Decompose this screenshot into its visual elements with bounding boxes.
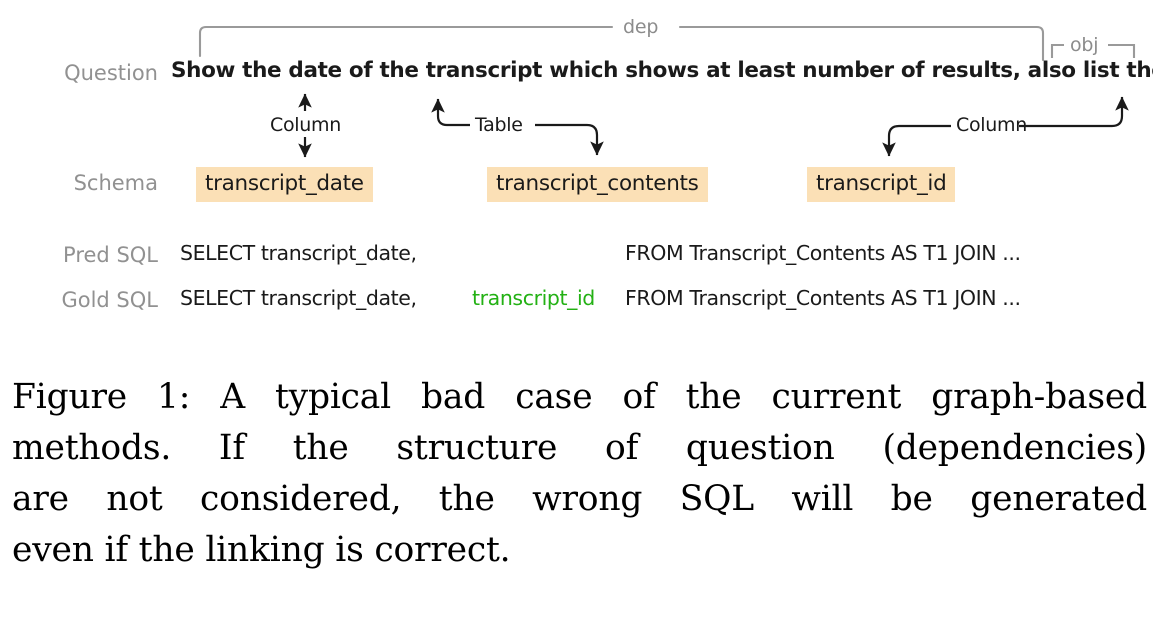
row-label-schema: Schema <box>73 171 158 195</box>
caption-line-1: Figure 1: A typical bad case of the curr… <box>12 377 1147 417</box>
figure-diagram: dep obj Question Schema Pred SQL Gold SQ… <box>0 0 1153 340</box>
edge-label-column-left: Column <box>270 114 341 136</box>
figure-caption: Figure 1: A typical bad case of the curr… <box>12 372 1147 576</box>
edge-label-table: Table <box>475 114 523 136</box>
gold-sql-row: SELECT transcript_date, transcript_id FR… <box>0 286 1153 316</box>
obj-bracket-label: obj <box>1070 34 1099 56</box>
caption-line-2: methods. If the structure of question (d… <box>12 428 1147 468</box>
schema-chip-transcript-contents[interactable]: transcript_contents <box>487 167 708 202</box>
schema-chip-transcript-date[interactable]: transcript_date <box>196 167 373 202</box>
schema-chip-transcript-id[interactable]: transcript_id <box>807 167 956 202</box>
row-label-question: Question <box>64 61 158 85</box>
dep-bracket-path <box>198 25 1045 62</box>
question-text: Show the date of the transcript which sh… <box>171 58 1153 83</box>
edge-label-column-right: Column <box>956 114 1027 136</box>
caption-line-4: even if the linking is correct. <box>12 530 511 570</box>
dep-bracket-label: dep <box>623 16 659 38</box>
gold-sql-from: FROM Transcript_Contents AS T1 JOIN ... <box>625 286 1021 310</box>
gold-sql-highlight-column: transcript_id <box>472 286 595 310</box>
pred-sql-select: SELECT transcript_date, <box>180 241 417 265</box>
pred-sql-row: SELECT transcript_date, FROM Transcript_… <box>0 241 1153 271</box>
gold-sql-select: SELECT transcript_date, <box>180 286 417 310</box>
caption-line-3: are not considered, the wrong SQL will b… <box>12 479 1147 519</box>
pred-sql-from: FROM Transcript_Contents AS T1 JOIN ... <box>625 241 1021 265</box>
